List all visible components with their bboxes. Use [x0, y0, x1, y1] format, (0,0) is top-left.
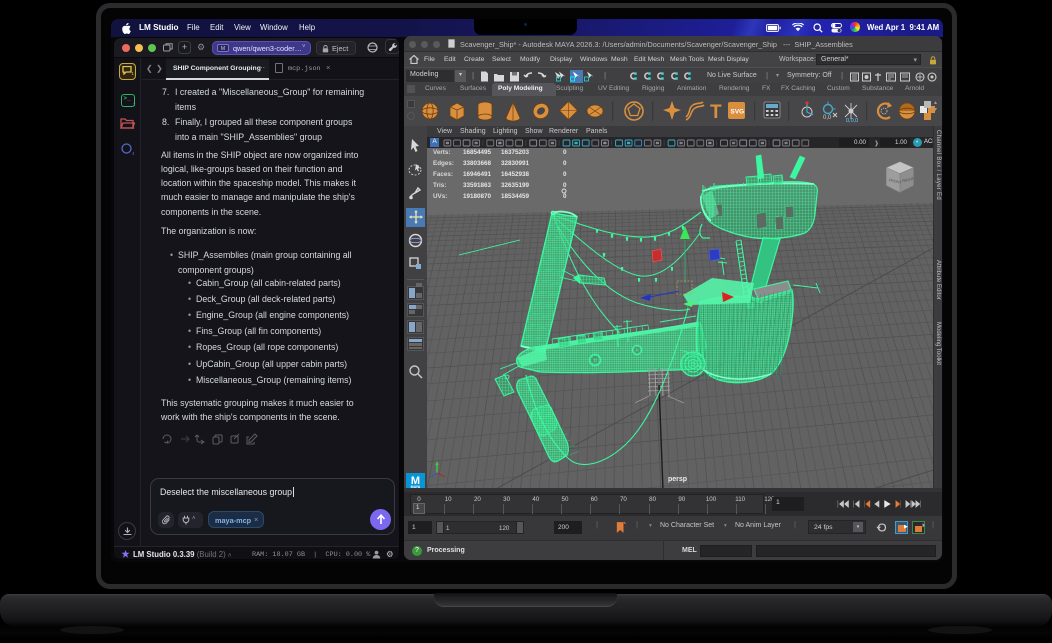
- svg-text:T: T: [710, 102, 722, 123]
- svg-text:0,0,0: 0,0,0: [846, 118, 858, 123]
- svg-text:SVG: SVG: [730, 108, 744, 115]
- svg-text:0,0: 0,0: [823, 115, 832, 121]
